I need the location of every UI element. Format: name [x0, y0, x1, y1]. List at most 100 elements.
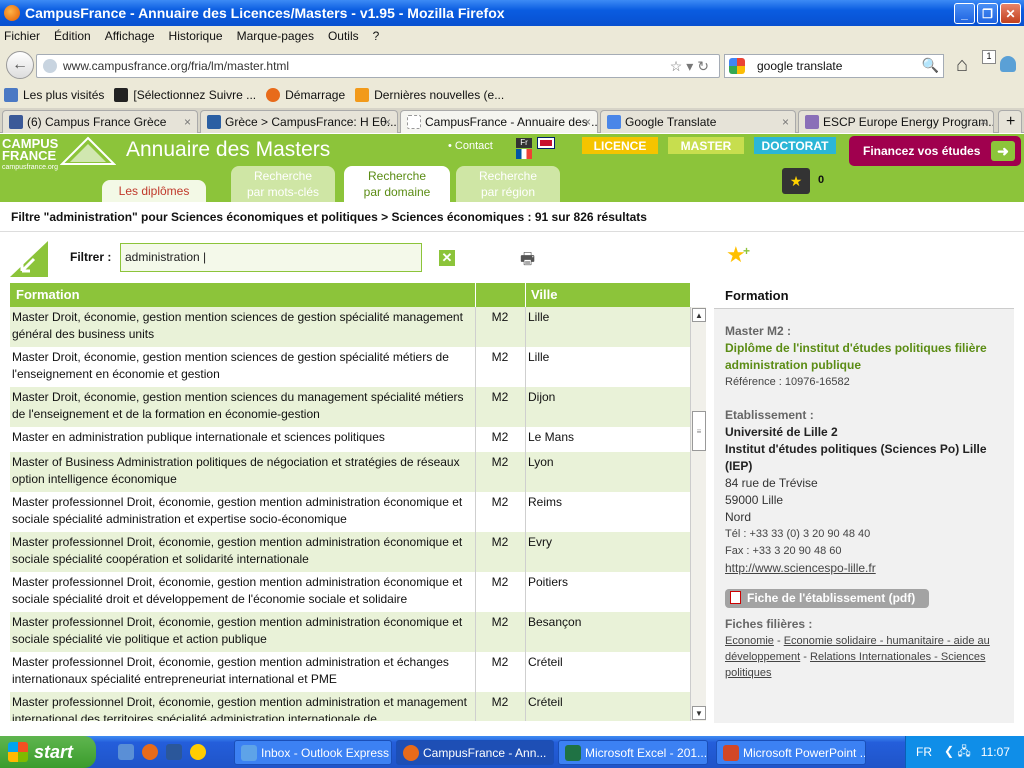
scroll-down-icon[interactable]: ▼: [692, 706, 706, 720]
tab-close-icon[interactable]: ×: [584, 115, 591, 129]
formation-cell[interactable]: Master professionnel Droit, économie, ge…: [12, 534, 472, 568]
formation-cell[interactable]: Master professionnel Droit, économie, ge…: [12, 694, 472, 721]
table-row[interactable]: Master Droit, économie, gestion mention …: [10, 347, 690, 387]
quicklaunch-icon[interactable]: [118, 744, 134, 760]
formation-cell[interactable]: Master of Business Administration politi…: [12, 454, 472, 488]
search-icon[interactable]: 🔍: [922, 57, 939, 74]
filter-arrow-icon[interactable]: [10, 241, 48, 277]
addon-icon[interactable]: [1000, 56, 1016, 72]
menu-help[interactable]: ?: [373, 29, 380, 43]
close-button[interactable]: ✕: [1000, 3, 1021, 24]
menu-fichier[interactable]: Fichier: [4, 29, 40, 43]
tab-close-icon[interactable]: ×: [384, 115, 391, 129]
tab-annuaire[interactable]: CampusFrance - Annuaire des ... ×: [400, 110, 598, 133]
start-button[interactable]: start: [0, 736, 96, 768]
new-tab-button[interactable]: +: [998, 110, 1022, 133]
table-row[interactable]: Master professionnel Droit, économie, ge…: [10, 492, 690, 532]
tab-campus-france-grece[interactable]: (6) Campus France Grèce ×: [2, 110, 198, 133]
task-outlook[interactable]: Inbox - Outlook Express: [234, 740, 392, 765]
filter-label: Filtrer :: [70, 250, 112, 264]
favorites-cart-icon[interactable]: ★: [782, 168, 810, 194]
word-quicklaunch-icon[interactable]: [166, 744, 182, 760]
table-row[interactable]: Master professionnel Droit, économie, ge…: [10, 532, 690, 572]
tab-close-icon[interactable]: ×: [184, 115, 191, 129]
table-row[interactable]: Master professionnel Droit, économie, ge…: [10, 652, 690, 692]
formation-cell[interactable]: Master Droit, économie, gestion mention …: [12, 349, 472, 383]
tab-les-diplomes[interactable]: Les diplômes: [102, 180, 206, 202]
table-row[interactable]: Master en administration publique intern…: [10, 427, 690, 452]
cell-divider: [525, 652, 526, 692]
formation-cell[interactable]: Master professionnel Droit, économie, ge…: [12, 614, 472, 648]
website-link[interactable]: http://www.sciencespo-lille.fr: [725, 561, 876, 575]
table-row[interactable]: Master Droit, économie, gestion mention …: [10, 387, 690, 427]
menu-marque-pages[interactable]: Marque-pages: [237, 29, 314, 43]
google-icon[interactable]: [729, 58, 745, 74]
table-row[interactable]: Master professionnel Droit, économie, ge…: [10, 692, 690, 721]
fiche-link-economie[interactable]: Economie: [725, 635, 774, 647]
column-header-formation[interactable]: Formation: [16, 287, 80, 302]
search-bar[interactable]: google translate 🔍: [724, 54, 944, 78]
pdf-button[interactable]: Fiche de l'établissement (pdf): [725, 589, 930, 608]
tray-icons[interactable]: ❮ 🖧: [944, 742, 971, 763]
master-button[interactable]: MASTER: [668, 137, 744, 154]
financez-button[interactable]: Financez vos études ➜: [849, 136, 1021, 166]
task-powerpoint[interactable]: Microsoft PowerPoint ...: [716, 740, 866, 765]
tab-mots-cles[interactable]: Recherche par mots-clés: [231, 166, 335, 202]
maximize-button[interactable]: ❐: [977, 3, 998, 24]
url-bar[interactable]: www.campusfrance.org/fria/lm/master.html…: [36, 54, 720, 78]
tab-close-icon[interactable]: ×: [782, 115, 789, 129]
niveau-cell: M2: [491, 430, 509, 444]
formation-cell[interactable]: Master professionnel Droit, économie, ge…: [12, 574, 472, 608]
doctorat-button[interactable]: DOCTORAT: [754, 137, 836, 154]
tab-grece-campusfrance[interactable]: Grèce > CampusFrance: H Eθ... ×: [200, 110, 398, 133]
language-indicator[interactable]: FR: [916, 745, 932, 759]
tab-escp[interactable]: ESCP Europe Energy Program... ×: [798, 110, 994, 133]
table-row[interactable]: Master Droit, économie, gestion mention …: [10, 307, 690, 347]
task-excel[interactable]: Microsoft Excel - 201...: [558, 740, 708, 765]
url-bar-icons[interactable]: ☆▾↻: [670, 58, 713, 75]
contact-link[interactable]: • Contact: [448, 140, 493, 152]
link-separator: -: [800, 651, 811, 663]
print-icon[interactable]: 🖶: [520, 248, 538, 268]
table-scrollbar[interactable]: ▲ ≡ ▼: [690, 307, 706, 721]
add-favorite-icon[interactable]: ★ +: [726, 244, 750, 266]
menu-edition[interactable]: Édition: [54, 29, 91, 43]
formation-cell[interactable]: Master en administration publique intern…: [12, 429, 472, 446]
back-button[interactable]: ←: [6, 51, 34, 79]
table-row[interactable]: Master professionnel Droit, économie, ge…: [10, 572, 690, 612]
minimize-button[interactable]: _: [954, 3, 975, 24]
arrow-right-icon: ➜: [991, 141, 1015, 161]
filter-input[interactable]: administration |: [120, 243, 422, 272]
cell-divider: [525, 532, 526, 572]
column-header-ville[interactable]: Ville: [531, 287, 558, 302]
bookmark-plus-visites[interactable]: Les plus visités: [4, 88, 104, 102]
tab-google-translate[interactable]: Google Translate ×: [600, 110, 796, 133]
formation-cell[interactable]: Master professionnel Droit, économie, ge…: [12, 494, 472, 528]
formation-cell[interactable]: Master Droit, économie, gestion mention …: [12, 389, 472, 423]
table-row[interactable]: Master professionnel Droit, économie, ge…: [10, 612, 690, 652]
tab-par-domaine[interactable]: Recherche par domaine: [344, 166, 450, 202]
bookmark-dernieres-nouvelles[interactable]: Dernières nouvelles (e...: [355, 88, 504, 102]
uk-flag-icon[interactable]: [537, 137, 555, 149]
formation-cell[interactable]: Master professionnel Droit, économie, ge…: [12, 654, 472, 688]
menu-historique[interactable]: Historique: [169, 29, 223, 43]
task-firefox[interactable]: CampusFrance - Ann...: [396, 740, 554, 765]
bookmark-demarrage[interactable]: Démarrage: [266, 88, 345, 102]
downloads-badge[interactable]: 1: [982, 50, 996, 64]
tab-close-icon[interactable]: ×: [980, 115, 987, 129]
menu-outils[interactable]: Outils: [328, 29, 359, 43]
tab-par-region[interactable]: Recherche par région: [456, 166, 560, 202]
formation-cell[interactable]: Master Droit, économie, gestion mention …: [12, 309, 472, 343]
scroll-up-icon[interactable]: ▲: [692, 308, 706, 322]
campus-france-logo[interactable]: CAMPUS FRANCE campusfrance.org: [2, 137, 58, 174]
bookmark-selectionnez[interactable]: [Sélectionnez Suivre ...: [114, 88, 256, 102]
firefox-quicklaunch-icon[interactable]: [142, 744, 158, 760]
scroll-thumb[interactable]: ≡: [692, 411, 706, 451]
menu-affichage[interactable]: Affichage: [105, 29, 155, 43]
chrome-quicklaunch-icon[interactable]: [190, 744, 206, 760]
clear-filter-icon[interactable]: ✕: [439, 250, 455, 266]
table-row[interactable]: Master of Business Administration politi…: [10, 452, 690, 492]
home-icon[interactable]: ⌂: [956, 54, 968, 77]
french-flag-icon[interactable]: [516, 149, 532, 159]
licence-button[interactable]: LICENCE: [582, 137, 658, 154]
